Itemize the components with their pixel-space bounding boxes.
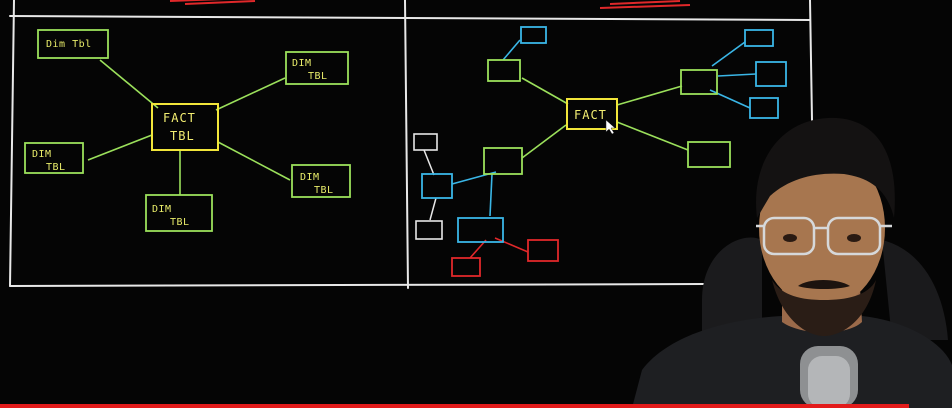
dim-table-box — [487, 59, 521, 82]
sub-sub-dim-box — [413, 133, 438, 151]
mouse-cursor-icon — [605, 119, 616, 135]
star-schema-diagram: FACT TBL Dim Tbl DIM TBL DIM TBL DIM TBL… — [24, 29, 351, 232]
sub-sub-dim-box — [451, 257, 481, 277]
red-underline-marks — [169, 0, 691, 9]
fact-table-label: TBL — [170, 129, 195, 143]
fact-table-label: FACT — [163, 111, 196, 125]
dim-table-label: DIM — [152, 204, 172, 215]
presenter-eye — [847, 234, 861, 242]
dim-table-label: TBL — [308, 71, 328, 82]
dim-table-label: DIM — [292, 58, 312, 69]
sub-sub-dim-box — [415, 220, 443, 240]
sub-dim-box — [520, 26, 547, 44]
presenter-eye — [783, 234, 797, 242]
sub-dim-box — [744, 29, 774, 47]
presenter-webcam — [632, 117, 952, 408]
video-progress-bar[interactable] — [0, 404, 910, 408]
dim-table-label: TBL — [170, 217, 190, 228]
sub-dim-box — [755, 61, 787, 87]
presenter-body — [632, 316, 952, 408]
dim-table-label: TBL — [314, 185, 334, 196]
sub-sub-dim-box — [527, 239, 559, 262]
dim-table-box — [483, 147, 523, 175]
dim-table-label: Dim Tbl — [46, 39, 92, 50]
dim-table-label: TBL — [46, 162, 66, 173]
sub-dim-box — [421, 173, 453, 199]
fact-table-label: FACT — [574, 108, 607, 122]
dim-table-label: DIM — [32, 149, 52, 160]
microphone-grille — [808, 356, 850, 408]
dim-table-label: DIM — [300, 172, 320, 183]
